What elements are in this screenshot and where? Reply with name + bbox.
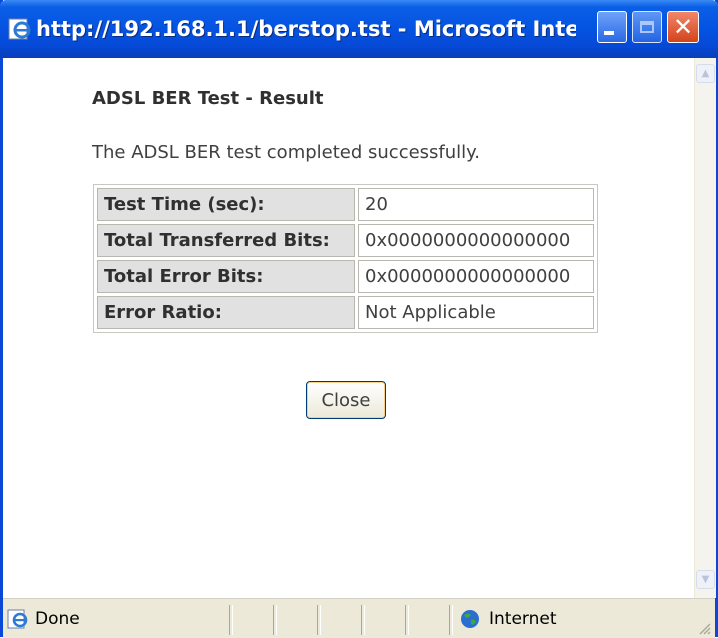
status-divider — [317, 605, 321, 635]
table-row: Error Ratio: Not Applicable — [97, 296, 594, 329]
row-label: Total Transferred Bits: — [97, 224, 355, 257]
status-divider — [229, 605, 233, 635]
security-zone-label: Internet — [489, 609, 557, 629]
browser-popup-window: http://192.168.1.1/berstop.tst - Microso… — [0, 0, 718, 638]
close-icon: ✕ — [672, 13, 694, 41]
close-button[interactable]: Close — [306, 381, 386, 419]
status-divider — [449, 605, 453, 635]
title-bar[interactable]: http://192.168.1.1/berstop.tst - Microso… — [0, 0, 718, 58]
status-divider — [361, 605, 365, 635]
page-title: ADSL BER Test - Result — [92, 88, 324, 109]
status-bar: Done Internet — [3, 598, 715, 638]
status-divider — [405, 605, 409, 635]
close-window-button[interactable]: ✕ — [667, 11, 699, 43]
row-label: Error Ratio: — [97, 296, 355, 329]
ie-page-icon — [7, 609, 28, 629]
table-row: Total Transferred Bits: 0x00000000000000… — [97, 224, 594, 257]
maximize-icon — [640, 21, 654, 33]
scroll-down-button[interactable]: ▼ — [696, 570, 715, 589]
status-divider — [273, 605, 277, 635]
row-value: 20 — [358, 188, 594, 221]
row-label: Test Time (sec): — [97, 188, 355, 221]
table-row: Test Time (sec): 20 — [97, 188, 594, 221]
resize-grip-icon[interactable] — [697, 621, 711, 635]
minimize-button[interactable] — [597, 11, 627, 43]
scroll-up-button[interactable]: ▲ — [696, 64, 715, 83]
minimize-icon — [604, 31, 614, 35]
ie-page-icon — [8, 18, 31, 40]
maximize-button[interactable] — [632, 11, 662, 43]
vertical-scrollbar[interactable]: ▲ ▼ — [694, 58, 716, 598]
window-title: http://192.168.1.1/berstop.tst - Microso… — [36, 17, 576, 41]
row-value: Not Applicable — [358, 296, 594, 329]
globe-icon — [461, 610, 479, 628]
result-message: The ADSL BER test completed successfully… — [92, 142, 480, 163]
chevron-up-icon: ▲ — [701, 68, 710, 79]
page-content: ADSL BER Test - Result The ADSL BER test… — [3, 58, 691, 598]
row-label: Total Error Bits: — [97, 260, 355, 293]
chevron-down-icon: ▼ — [701, 574, 710, 585]
row-value: 0x0000000000000000 — [358, 224, 594, 257]
result-table: Test Time (sec): 20 Total Transferred Bi… — [93, 184, 598, 333]
status-text: Done — [35, 609, 80, 629]
table-row: Total Error Bits: 0x0000000000000000 — [97, 260, 594, 293]
row-value: 0x0000000000000000 — [358, 260, 594, 293]
